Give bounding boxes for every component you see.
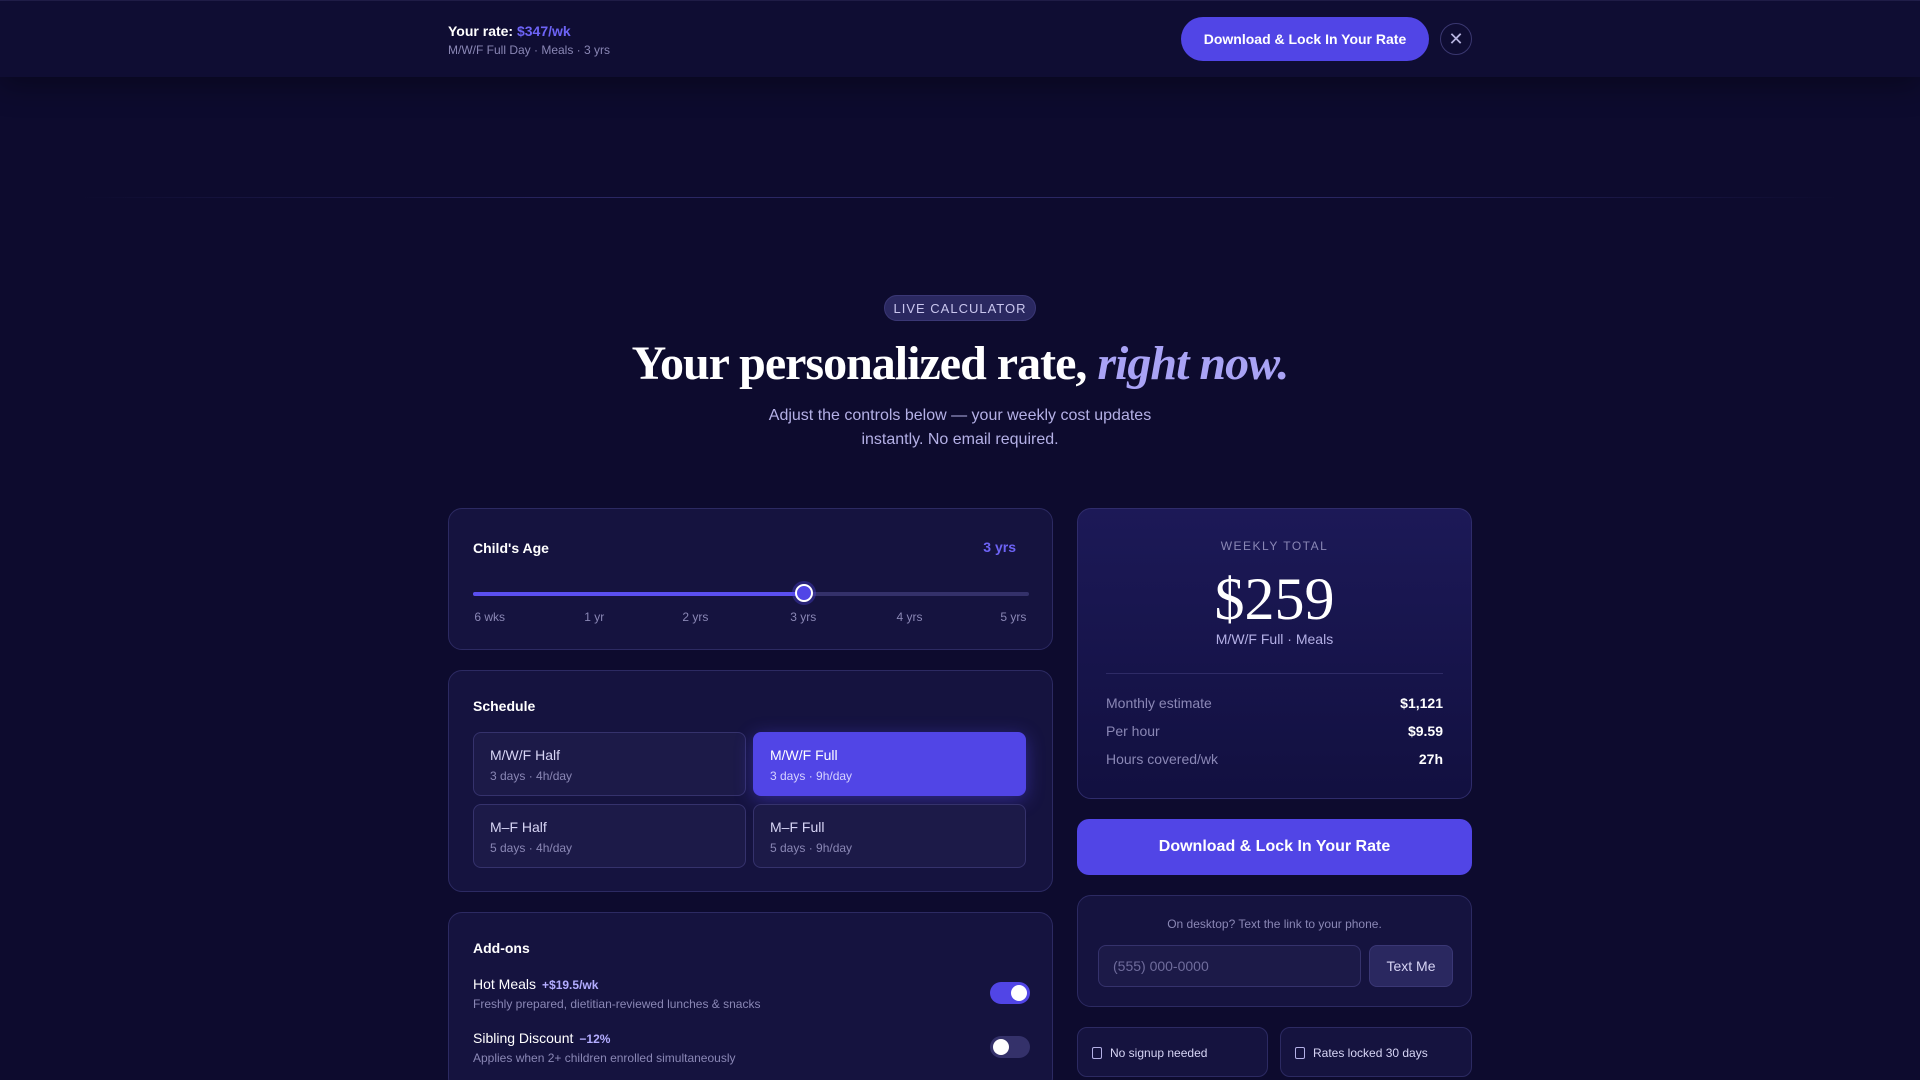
age-tick-label: 5 yrs [1000,610,1027,624]
stat-value: $1,121 [1400,695,1443,711]
toggle-knob [1011,985,1027,1001]
rate-selection-summary: M/W/F Full Day · Meals · 3 yrs [448,43,611,57]
addon-sibling-discount: Sibling Discount −12% [473,1030,610,1046]
addon-description: Applies when 2+ children enrolled simult… [473,1051,736,1065]
schedule-option-mf-half[interactable]: M–F Half 5 days · 4h/day [473,804,746,868]
addon-name: Sibling Discount [473,1030,574,1046]
sticky-rate-bar: Your rate: $347/wk M/W/F Full Day · Meal… [0,1,1920,77]
stat-per-hour: Per hour $9.59 [1106,723,1443,743]
phone-number-input[interactable] [1098,945,1361,987]
stat-label: Per hour [1106,723,1160,739]
schedule-option-name: M–F Full [770,819,825,835]
addon-price: +$19.5/wk [542,978,599,992]
addon-description: Freshly prepared, dietitian-reviewed lun… [473,997,761,1011]
weekly-total-card: WEEKLY TOTAL $259 M/W/F Full · Meals Mon… [1077,508,1472,799]
text-me-button[interactable]: Text Me [1369,945,1453,987]
schedule-option-detail: 5 days · 9h/day [770,841,853,855]
headline-accent: right now. [1097,337,1289,390]
age-tick-label: 3 yrs [790,610,817,624]
weekly-total-amount: $259 [1214,566,1335,632]
divider [1106,673,1443,674]
stat-hours-covered: Hours covered/wk 27h [1106,751,1443,771]
addons-title: Add-ons [473,940,530,956]
rate-label: Your rate: [448,23,514,39]
checkbox-icon [1092,1047,1102,1059]
childs-age-title: Child's Age [473,540,549,556]
age-slider-fill [473,592,804,596]
download-lock-rate-button[interactable]: Download & Lock In Your Rate [1077,819,1472,875]
schedule-option-detail: 3 days · 9h/day [770,769,853,783]
addon-price: −12% [579,1032,611,1046]
stat-label: Hours covered/wk [1106,751,1219,767]
rate-value: $347/wk [516,23,571,39]
stat-value: 27h [1418,751,1443,767]
trust-badge-rates-locked: Rates locked 30 days [1280,1027,1472,1077]
page-subtitle: Adjust the controls below — your weekly … [768,407,1152,448]
checkbox-icon [1295,1047,1305,1059]
age-slider-handle[interactable] [794,584,813,602]
schedule-option-detail: 5 days · 4h/day [490,841,573,855]
live-calculator-badge: LIVE CALCULATOR [884,295,1036,321]
toggle-knob [993,1039,1009,1055]
schedule-option-name: M–F Half [490,819,547,835]
age-slider-track[interactable] [473,592,1029,596]
weekly-total-summary: M/W/F Full · Meals [1215,631,1334,647]
section-divider [80,197,1840,198]
sticky-rate-bar-inner: Your rate: $347/wk M/W/F Full Day · Meal… [448,1,1472,77]
schedule-option-name: M/W/F Half [490,747,560,763]
schedule-card: Schedule M/W/F Half 3 days · 4h/day M/W/… [448,670,1053,892]
age-tick-label: 2 yrs [682,610,709,624]
trust-label: Rates locked 30 days [1313,1046,1428,1060]
stat-value: $9.59 [1407,723,1443,739]
schedule-option-mwf-full[interactable]: M/W/F Full 3 days · 9h/day [753,732,1026,796]
addon-name: Hot Meals [473,976,537,992]
schedule-option-detail: 3 days · 4h/day [490,769,573,783]
childs-age-value: 3 yrs [983,539,1016,555]
trust-badge-no-signup: No signup needed [1077,1027,1268,1077]
age-tick-label: 6 wks [474,610,506,624]
rate-summary-line: Your rate: $347/wk [448,23,571,39]
stat-monthly-estimate: Monthly estimate $1,121 [1106,695,1443,715]
close-icon[interactable]: ✕ [1440,23,1472,55]
schedule-option-name: M/W/F Full [770,747,838,763]
page-title: Your personalized rate, right now. [460,336,1460,391]
hot-meals-toggle[interactable] [990,982,1030,1004]
childs-age-card: Child's Age 3 yrs 6 wks 1 yr 2 yrs 3 yrs 4 y… [448,508,1053,650]
sibling-discount-toggle[interactable] [990,1036,1030,1058]
addons-card: Add-ons Hot Meals +$19.5/wk Freshly prepa… [448,912,1053,1080]
schedule-option-mf-full[interactable]: M–F Full 5 days · 9h/day [753,804,1026,868]
text-link-note: On desktop? Text the link to your phone. [1167,917,1382,931]
stat-label: Monthly estimate [1106,695,1212,711]
weekly-total-label: WEEKLY TOTAL [1220,539,1329,553]
top-download-button[interactable]: Download & Lock In Your Rate [1181,17,1429,61]
age-tick-label: 1 yr [584,610,605,624]
trust-label: No signup needed [1110,1046,1208,1060]
age-tick-label: 4 yrs [896,610,923,624]
addon-hot-meals: Hot Meals +$19.5/wk [473,976,598,992]
headline-main: Your personalized rate, [631,337,1098,390]
schedule-option-mwf-half[interactable]: M/W/F Half 3 days · 4h/day [473,732,746,796]
text-link-card: On desktop? Text the link to your phone.… [1077,895,1472,1007]
schedule-title: Schedule [473,698,536,714]
